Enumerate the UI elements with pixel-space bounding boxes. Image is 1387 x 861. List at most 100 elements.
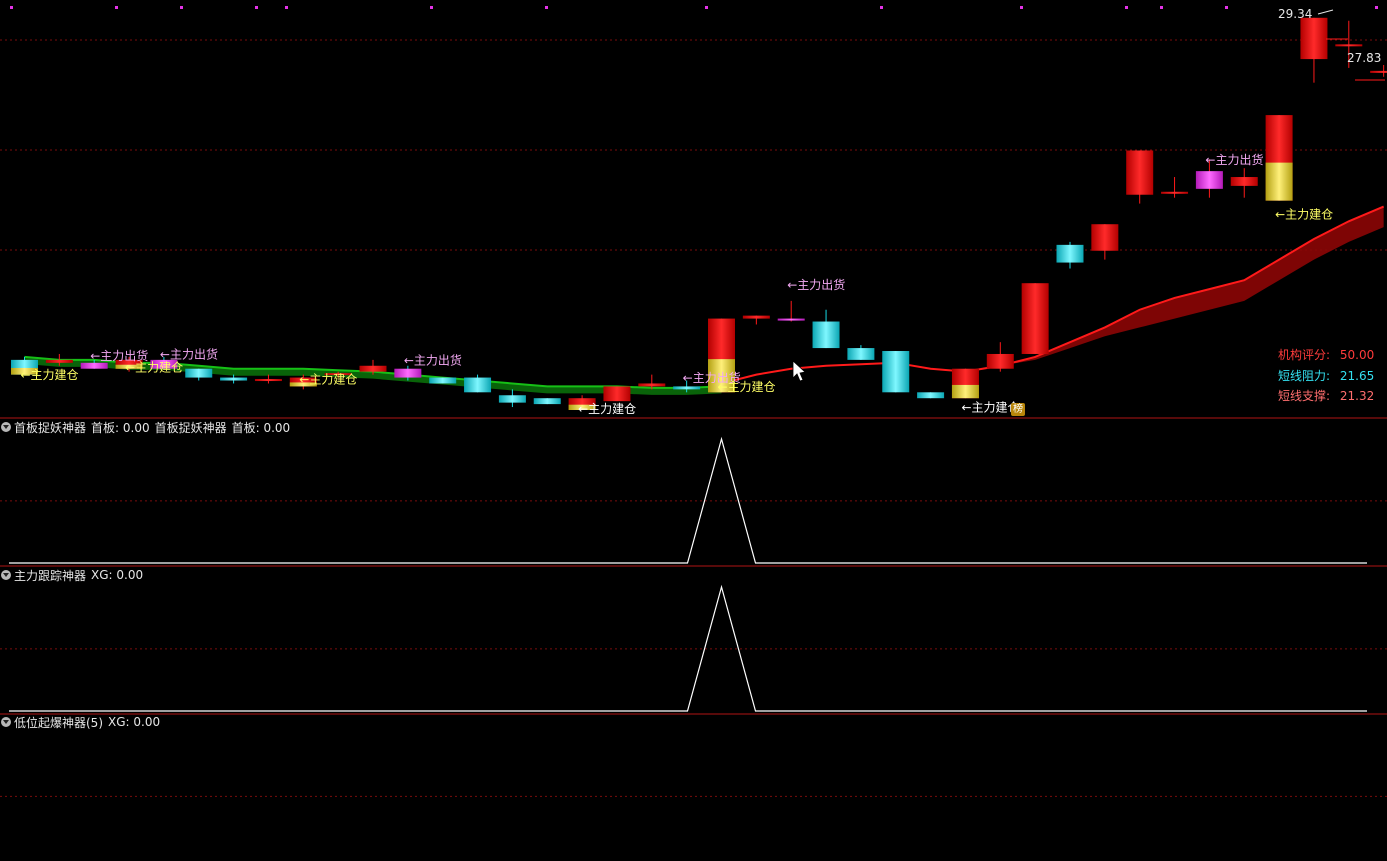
signal-label-2: ←主力出货 xyxy=(160,346,218,361)
candle-33[interactable] xyxy=(1161,177,1189,198)
top-marker-7 xyxy=(705,6,708,9)
candle-15[interactable] xyxy=(533,398,561,405)
candle-body-35 xyxy=(1230,177,1258,186)
sub-panels xyxy=(0,417,1387,797)
candle-24[interactable] xyxy=(847,345,875,360)
score-value: 50.00 xyxy=(1339,348,1375,362)
indicator-lines xyxy=(24,205,1385,389)
candle-6[interactable] xyxy=(220,374,248,384)
candle-body-31 xyxy=(1091,224,1119,251)
score-row: 机构评分: 50.00 xyxy=(1278,346,1374,363)
candle-35[interactable] xyxy=(1230,168,1258,198)
top-marker-12 xyxy=(1225,6,1228,9)
candle-body-34 xyxy=(1195,171,1223,189)
support-label: 短线支撑: xyxy=(1278,389,1331,403)
candle-body-28 xyxy=(986,353,1014,369)
signal-label-8: ←主力建仓 xyxy=(718,380,776,394)
top-marker-10 xyxy=(1125,6,1128,9)
candle-29[interactable] xyxy=(1021,283,1049,354)
support-row: 短线支撑: 21.32 xyxy=(1278,387,1374,404)
candle-14[interactable] xyxy=(498,389,526,408)
candle-37[interactable] xyxy=(1300,17,1328,83)
candle-body-33 xyxy=(1161,191,1189,194)
signal-label-3: ←主力建仓 xyxy=(125,361,183,375)
candle-31[interactable] xyxy=(1091,224,1119,260)
top-marker-13 xyxy=(1375,6,1378,9)
candle-body-38 xyxy=(1335,44,1363,47)
last-price-label: 27.83 xyxy=(1347,51,1382,65)
candle-body-1 xyxy=(45,359,73,363)
top-marker-9 xyxy=(1020,6,1023,9)
candle-body-22 xyxy=(777,318,805,321)
panel-3-name: 低位起爆神器(5) xyxy=(14,715,103,730)
top-marker-5 xyxy=(430,6,433,9)
candle-body-26 xyxy=(917,392,945,399)
collapse-panel-3-button[interactable] xyxy=(1,717,11,727)
candle-body-17 xyxy=(603,386,631,402)
resistance-value: 21.65 xyxy=(1339,369,1375,383)
panel-1-name-2: 首板捉妖神器 xyxy=(154,420,227,435)
candle-body-18 xyxy=(638,383,666,387)
candle-21[interactable] xyxy=(742,315,770,325)
red-band xyxy=(24,206,1384,395)
candle-28[interactable] xyxy=(986,342,1014,372)
candle-26[interactable] xyxy=(917,392,945,399)
board-badge[interactable]: 榜 xyxy=(1011,403,1025,416)
panel-1-legend-2: 首板: 0.00 xyxy=(231,420,291,435)
signal-label-5: ←主力出货 xyxy=(404,352,462,367)
candle-27[interactable] xyxy=(951,368,979,399)
candle-yellow-27 xyxy=(951,384,979,399)
candle-yellow-36 xyxy=(1265,162,1293,201)
candle-body-11 xyxy=(394,368,422,378)
candle-13[interactable] xyxy=(464,374,492,393)
candle-30[interactable] xyxy=(1056,241,1084,269)
candle-body-14 xyxy=(498,395,526,403)
signal-label-6: ←主力建仓 xyxy=(578,402,636,416)
panel-title-low-breakout: 低位起爆神器(5) XG: 0.00 xyxy=(0,714,160,730)
candle-17[interactable] xyxy=(603,386,631,402)
candle-body-30 xyxy=(1056,244,1084,263)
top-marker-0 xyxy=(10,6,13,9)
candle-body-19 xyxy=(673,386,701,390)
price-pointer-line xyxy=(1317,9,1334,15)
candle-body-24 xyxy=(847,348,875,360)
candle-5[interactable] xyxy=(185,368,213,381)
panel-1-name: 首板捉妖神器 xyxy=(14,420,87,435)
panel-2-line xyxy=(9,584,1367,712)
candle-23[interactable] xyxy=(812,309,840,349)
panel-2-legend: XG: 0.00 xyxy=(91,568,144,582)
candle-7[interactable] xyxy=(254,374,282,384)
signal-label-0: ←主力建仓 xyxy=(21,368,79,382)
collapse-panel-1-button[interactable] xyxy=(1,422,11,432)
candle-36[interactable] xyxy=(1265,115,1293,201)
signal-label-12: ←主力建仓 xyxy=(1275,207,1333,221)
grid-lines xyxy=(0,39,1387,251)
chart-window: ←主力建仓 ←主力出货 ←主力出货 ←主力建仓 ←主力建仓 ←主力出货 ←主力建仓 ←主力出货… xyxy=(0,0,1387,861)
panel-title-first-board: 首板捉妖神器 首板: 0.00 首板捉妖神器 首板: 0.00 xyxy=(0,419,290,435)
signal-label-4: ←主力建仓 xyxy=(299,372,357,386)
candle-body-29 xyxy=(1021,283,1049,354)
candle-body-2 xyxy=(80,362,108,369)
candle-32[interactable] xyxy=(1126,150,1154,204)
candle-body-5 xyxy=(185,368,213,378)
resistance-label: 短线阻力: xyxy=(1278,369,1331,383)
high-price-label: 29.34 xyxy=(1278,7,1313,21)
panel-2-name: 主力跟踪神器 xyxy=(14,568,87,583)
top-marker-2 xyxy=(180,6,183,9)
panel-1-line xyxy=(9,436,1367,564)
collapse-panel-2-button[interactable] xyxy=(1,570,11,580)
candle-body-6 xyxy=(220,377,248,381)
candle-39[interactable] xyxy=(1370,64,1387,77)
candle-12[interactable] xyxy=(429,377,457,384)
top-marker-1 xyxy=(115,6,118,9)
candle-body-15 xyxy=(533,398,561,405)
candle-25[interactable] xyxy=(882,351,910,393)
candle-body-37 xyxy=(1300,17,1328,60)
candle-body-10 xyxy=(359,365,387,372)
candle-body-13 xyxy=(464,377,492,393)
top-marker-8 xyxy=(880,6,883,9)
support-value: 21.32 xyxy=(1339,389,1375,403)
candle-22[interactable] xyxy=(777,300,805,322)
resistance-row: 短线阻力: 21.65 xyxy=(1278,367,1374,384)
panel-3-legend: XG: 0.00 xyxy=(108,715,161,729)
